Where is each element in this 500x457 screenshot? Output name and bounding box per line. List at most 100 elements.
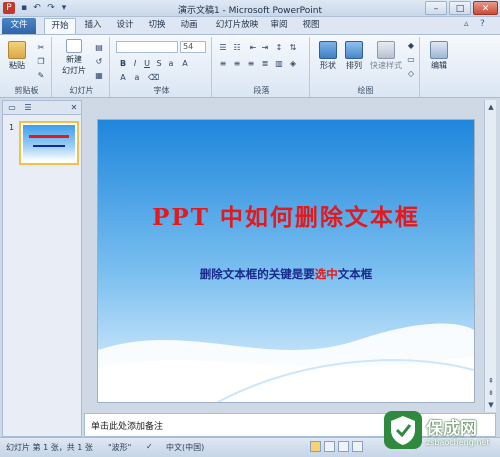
watermark-brand: 保成网 (426, 419, 477, 439)
normal-view-icon[interactable] (310, 441, 321, 452)
align-center-icon[interactable]: ≡ (232, 59, 242, 69)
paste-button[interactable]: 粘贴 (6, 41, 28, 71)
new-slide-button[interactable]: 新建 幻灯片 (58, 39, 90, 76)
reading-view-icon[interactable] (338, 441, 349, 452)
increase-indent-icon[interactable]: ⇥ (260, 43, 270, 53)
close-pane-icon[interactable]: ✕ (69, 103, 79, 113)
arrange-button[interactable]: 排列 (342, 41, 366, 71)
watermark-url: zsbaocheng.net (426, 438, 490, 447)
spellcheck-icon[interactable]: ✓ (146, 442, 153, 451)
font-family-select[interactable] (116, 41, 178, 53)
tab-file[interactable]: 文件 (2, 18, 36, 34)
group-paragraph: ☰ ☷ ⇤ ⇥ ↕ ⇅ ≡ ≡ ≡ ≣ ▥ ◈ 段落 (214, 37, 310, 97)
shadow-icon[interactable]: S (154, 59, 164, 69)
slide-title[interactable]: PPT 中如何删除文本框 (98, 198, 474, 232)
section-icon[interactable]: ▦ (94, 71, 104, 81)
layout-icon[interactable]: ▤ (94, 43, 104, 53)
tab-slideshow[interactable]: 幻灯片放映 (210, 18, 264, 34)
bold-icon[interactable]: B (118, 59, 128, 69)
ribbon-minimize-icon[interactable]: ▵ (464, 19, 469, 29)
group-drawing: 形状 排列 快速样式 ◆ ▭ ◇ 绘图 (312, 37, 420, 97)
cut-icon[interactable]: ✂ (36, 43, 46, 53)
ribbon: 粘贴 ✂ ❐ ✎ 剪贴板 新建 幻灯片 ▤ ↺ ▦ 幻灯片 54 B I U S… (0, 34, 500, 98)
numbering-icon[interactable]: ☷ (232, 43, 242, 53)
slide-editing-area: PPT 中如何删除文本框 删除文本框的关键是要选中文本框 (84, 100, 496, 412)
align-left-icon[interactable]: ≡ (218, 59, 228, 69)
font-color-icon[interactable]: A (118, 73, 128, 83)
group-editing: 编辑 (422, 37, 456, 97)
paste-icon (8, 41, 26, 59)
char-spacing-icon[interactable]: A (180, 59, 190, 69)
scroll-up-icon[interactable]: ▲ (486, 102, 496, 112)
strikethrough-icon[interactable]: a (166, 59, 176, 69)
close-button[interactable]: ✕ (473, 1, 498, 15)
slide-sorter-icon[interactable] (324, 441, 335, 452)
slide-subtitle[interactable]: 删除文本框的关键是要选中文本框 (98, 266, 474, 282)
slide-thumbnail[interactable] (19, 121, 79, 165)
subtitle-highlight: 选中 (314, 267, 338, 281)
outline-tab-icon[interactable]: ☰ (23, 103, 33, 113)
vertical-scrollbar[interactable]: ▲ ⇞ ⇟ ▼ (484, 100, 496, 412)
slide-counter: 幻灯片 第 1 张，共 1 张 (6, 443, 93, 452)
watermark: 保成网 zsbaocheng.net (384, 408, 496, 454)
previous-slide-icon[interactable]: ⇞ (486, 376, 496, 386)
slide-background (98, 120, 474, 402)
shape-outline-icon[interactable]: ▭ (406, 55, 416, 65)
format-painter-icon[interactable]: ✎ (36, 71, 46, 81)
new-slide-label-1: 新建 (66, 55, 82, 64)
editing-button[interactable]: 编辑 (426, 41, 452, 71)
ribbon-tab-row: 文件 开始 插入 设计 切换 动画 幻灯片放映 审阅 视图 ▵ ? (0, 17, 500, 34)
tab-insert[interactable]: 插入 (80, 18, 106, 34)
tab-design[interactable]: 设计 (112, 18, 138, 34)
line-spacing-icon[interactable]: ↕ (274, 43, 284, 53)
text-direction-icon[interactable]: ⇅ (288, 43, 298, 53)
new-slide-label-2: 幻灯片 (62, 66, 86, 75)
tab-transitions[interactable]: 切换 (144, 18, 170, 34)
tab-view[interactable]: 视图 (298, 18, 324, 34)
tab-animations[interactable]: 动画 (176, 18, 202, 34)
current-slide[interactable]: PPT 中如何删除文本框 删除文本框的关键是要选中文本框 (98, 120, 474, 402)
paragraph-group-label: 段落 (253, 86, 270, 95)
slide-number: 1 (9, 123, 15, 132)
group-slides: 新建 幻灯片 ▤ ↺ ▦ 幻灯片 (54, 37, 110, 97)
quick-styles-button[interactable]: 快速样式 (368, 41, 404, 71)
minimize-button[interactable]: – (425, 1, 447, 15)
theme-name[interactable]: "波形" (108, 442, 131, 453)
find-icon (430, 41, 448, 59)
arrange-label: 排列 (346, 61, 362, 70)
subtitle-text-after: 文本框 (337, 267, 373, 281)
align-right-icon[interactable]: ≡ (246, 59, 256, 69)
decrease-indent-icon[interactable]: ⇤ (248, 43, 258, 53)
italic-icon[interactable]: I (130, 59, 140, 69)
change-case-icon[interactable]: a (132, 73, 142, 83)
shape-fill-icon[interactable]: ◆ (406, 41, 416, 51)
tab-home[interactable]: 开始 (44, 18, 76, 34)
title-bar: P ▪ ↶ ↷ ▾ 演示文稿1 - Microsoft PowerPoint –… (0, 0, 500, 17)
language-indicator[interactable]: 中文(中国) (166, 442, 204, 453)
shapes-icon (319, 41, 337, 59)
underline-icon[interactable]: U (142, 59, 152, 69)
shape-effects-icon[interactable]: ◇ (406, 69, 416, 79)
slides-tab-icon[interactable]: ▭ (7, 103, 17, 113)
smartart-icon[interactable]: ◈ (288, 59, 298, 69)
next-slide-icon[interactable]: ⇟ (486, 388, 496, 398)
slides-group-label: 幻灯片 (69, 86, 94, 95)
reset-icon[interactable]: ↺ (94, 57, 104, 67)
group-font: 54 B I U S a A A a ⌫ 字体 (112, 37, 212, 97)
clear-formatting-icon[interactable]: ⌫ (148, 73, 159, 83)
slideshow-view-icon[interactable] (352, 441, 363, 452)
maximize-button[interactable]: □ (449, 1, 471, 15)
columns-icon[interactable]: ▥ (274, 59, 284, 69)
copy-icon[interactable]: ❐ (36, 57, 46, 67)
font-size-select[interactable]: 54 (180, 41, 206, 53)
notes-placeholder: 单击此处添加备注 (91, 422, 164, 432)
shapes-button[interactable]: 形状 (316, 41, 340, 71)
help-icon[interactable]: ? (480, 19, 485, 29)
new-slide-icon (66, 39, 82, 53)
tab-review[interactable]: 审阅 (266, 18, 292, 34)
quick-styles-icon (377, 41, 395, 59)
slides-pane: ▭ ☰ ✕ 1 (2, 100, 82, 437)
paste-label: 粘贴 (9, 61, 25, 70)
justify-icon[interactable]: ≣ (260, 59, 270, 69)
bullets-icon[interactable]: ☰ (218, 43, 228, 53)
